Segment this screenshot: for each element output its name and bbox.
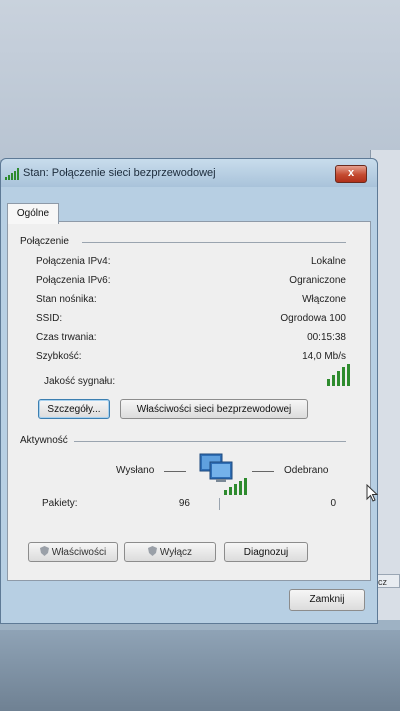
close-button[interactable]: Zamknij [289,589,365,611]
close-window-button[interactable]: x [335,165,367,183]
connection-divider [82,242,346,243]
title-bar[interactable]: Stan: Połączenie sieci bezprzewodowej x [1,159,377,187]
sent-label: Wysłano [116,465,155,476]
signal-quality-label: Jakość sygnału: [44,376,116,387]
signal-strength-icon [327,364,350,386]
sent-line [164,471,186,472]
desktop-background-bottom [0,630,400,711]
disable-button-label: Wyłącz [159,547,193,558]
window-title: Stan: Połączenie sieci bezprzewodowej [23,167,216,179]
packets-sent-value: 96 [178,498,190,509]
properties-button-label: Właściwości [51,547,107,558]
received-line [252,471,274,472]
properties-button[interactable]: Właściwości [28,542,118,562]
ipv6-value: Ograniczone [289,275,346,286]
packets-label: Pakiety: [42,498,78,509]
media-state-label: Stan nośnika: [36,294,97,305]
ipv6-label: Połączenia IPv6: [36,275,111,286]
ipv4-label: Połączenia IPv4: [36,256,111,267]
shield-icon [39,546,49,556]
tab-general[interactable]: Ogólne [7,203,59,224]
mouse-pointer-icon [366,484,379,502]
desktop-background-top [0,0,400,160]
activity-divider [74,441,346,442]
diagnose-button[interactable]: Diagnozuj [224,542,308,562]
packets-separator [219,498,220,510]
speed-label: Szybkość: [36,351,82,362]
activity-heading: Aktywność [20,435,68,446]
details-button[interactable]: Szczegóły... [38,399,110,419]
connection-heading: Połączenie [20,236,69,247]
wireless-status-dialog: Stan: Połączenie sieci bezprzewodowej x … [0,158,378,624]
media-state-value: Włączone [302,294,346,305]
duration-value: 00:15:38 [307,332,346,343]
ssid-value: Ogrodowa 100 [280,313,346,324]
tab-panel-general: Połączenie Połączenia IPv4: Lokalne Połą… [7,221,371,581]
speed-value: 14,0 Mb/s [302,351,346,362]
ipv4-value: Lokalne [310,256,346,267]
packets-received-value: 0 [330,498,336,509]
wifi-signal-icon [5,168,19,180]
disable-button[interactable]: Wyłącz [124,542,216,562]
ssid-label: SSID: [36,313,63,324]
network-computers-icon [199,453,247,495]
received-label: Odebrano [284,465,329,476]
duration-label: Czas trwania: [36,332,97,343]
wireless-properties-button[interactable]: Właściwości sieci bezprzewodowej [120,399,308,419]
shield-icon [147,546,157,556]
